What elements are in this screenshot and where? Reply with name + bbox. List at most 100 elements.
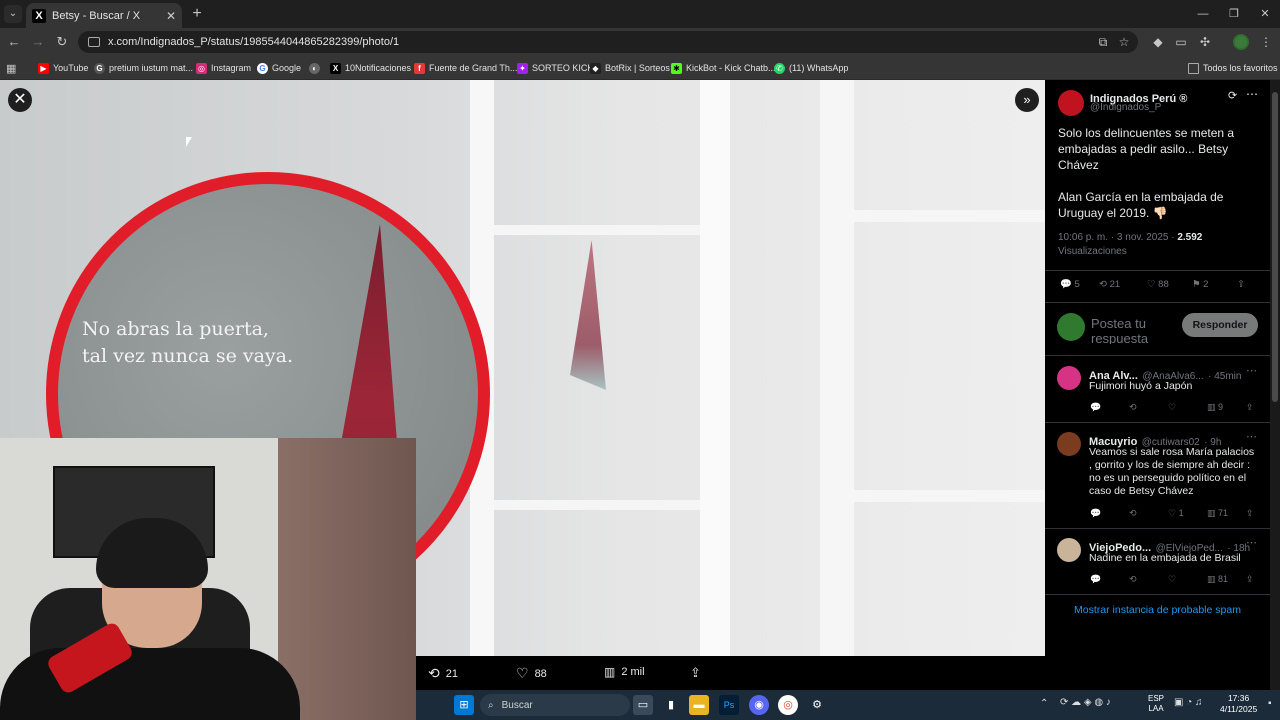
retweet-icon[interactable]: ⟲ [1129,402,1168,413]
reply-icon[interactable]: 💬 [1090,508,1129,519]
discord-icon[interactable]: ◉ [749,695,769,715]
avatar[interactable] [1057,432,1081,456]
window-frame [494,225,700,235]
taskbar-search[interactable]: ⌕ Buscar [480,694,630,716]
author-handle[interactable]: @Indignados_P [1090,102,1161,113]
tray-chevron-icon[interactable]: ⌃ [1040,698,1048,709]
reply-text: Veamos si sale rosa María palacios , gor… [1089,446,1255,497]
network-volume-icons[interactable]: ▣ ◔ ♫ [1174,697,1203,708]
bookmark-botrix[interactable]: ◆ BotRix | Sorteos [590,60,670,76]
browser-toolbar: ← → ↻ x.com/Indignados_P/status/19855440… [0,28,1280,56]
like-button[interactable]: ♡ 88 [516,665,547,682]
tweet-panel: Indignados Perú ® @Indignados_P ⟳ ⋯ Solo… [1045,80,1270,720]
address-bar[interactable]: x.com/Indignados_P/status/19855440448652… [78,31,1138,53]
forward-button[interactable]: → [29,33,47,51]
back-button[interactable]: ← [5,33,23,51]
scrollbar-thumb[interactable] [1272,92,1278,402]
reload-button[interactable]: ↻ [53,33,71,51]
expand-panel-button[interactable]: » [1015,88,1039,112]
show-spam-link[interactable]: Mostrar instancia de probable spam [1045,604,1270,616]
notifications-icon[interactable]: ▪ [1268,698,1272,709]
retweet-button[interactable]: ⟲ 21 [428,665,458,682]
app-icon[interactable]: ⚙ [807,695,827,715]
bookmark-google[interactable]: G Google [257,60,301,76]
f-logo-icon: f [414,62,425,74]
retweet-icon[interactable]: ⟲ [1129,574,1168,585]
bookmark-instagram[interactable]: ◎ Instagram [196,60,251,76]
photoshop-icon[interactable]: Ps [719,695,739,715]
reply-button[interactable]: Responder [1182,313,1258,337]
window-frame [854,210,1045,222]
more-options-icon[interactable]: ⋯ [1246,430,1257,443]
menu-kebab-icon[interactable]: ⋮ [1258,34,1274,50]
bookmark-pretium[interactable]: Gpretium iustum mat... [94,60,193,76]
chrome-icon[interactable]: ◎ [778,695,798,715]
divider [1045,270,1270,271]
callout-text-line1: No abras la puerta, [82,318,269,340]
tweet-text: Solo los delincuentes se meten a embajad… [1058,126,1235,172]
reply-icon[interactable]: 💬 [1090,574,1129,585]
like-button[interactable]: ♡ 88 [1147,279,1192,290]
more-options-icon[interactable]: ⋯ [1246,364,1257,377]
retweet-button[interactable]: ⟲ 21 [1099,279,1147,290]
scrollbar[interactable] [1270,80,1280,720]
bookmark-star-icon[interactable]: ☆ [1116,34,1132,50]
instagram-icon: ◎ [196,62,207,74]
avatar[interactable] [1057,538,1081,562]
reply-icon[interactable]: 💬 [1090,402,1129,413]
bookmark-sorteo-kick[interactable]: ✦ SORTEO KICK [517,60,593,76]
task-view-icon[interactable]: ▭ [633,695,653,715]
bookmark-grand-theft[interactable]: f Fuente de Grand Th... [414,60,517,76]
avatar[interactable] [1057,366,1081,390]
views-button[interactable]: ▥ 2 mil [604,665,645,679]
app-icon[interactable]: ▮ [661,695,681,715]
bookmark-globe[interactable]: ◐ [309,60,320,76]
heart-icon[interactable]: ♡ [1168,402,1207,413]
share-button[interactable]: ⇪ [690,665,701,681]
extension-icon[interactable]: ◆ [1150,34,1166,50]
language-indicator[interactable]: ESP LAA [1148,694,1164,714]
views-icon[interactable]: ▥ 9 [1207,402,1246,413]
close-tab-icon[interactable]: ✕ [166,9,176,23]
close-window-button[interactable]: ✕ [1255,6,1275,22]
views-icon[interactable]: ▥ 81 [1207,574,1246,585]
bookmark-10notificaciones[interactable]: X 10Notificaciones [330,60,411,76]
minimize-button[interactable]: — [1193,6,1213,22]
author-avatar[interactable] [1058,90,1084,116]
webcam-overlay [0,438,416,720]
mouse-cursor [186,137,192,147]
extensions-puzzle-icon[interactable]: ✣ [1197,34,1213,50]
more-options-icon[interactable]: ⋯ [1246,87,1258,101]
file-explorer-icon[interactable]: ▬ [689,695,709,715]
grok-icon[interactable]: ⟳ [1228,89,1237,102]
browser-tab[interactable]: X Betsy - Buscar / X ✕ [26,3,182,28]
retweet-icon[interactable]: ⟲ [1129,508,1168,519]
profile-avatar[interactable] [1233,34,1249,50]
windows-start-icon[interactable]: ⊞ [454,695,474,715]
all-bookmarks[interactable]: Todos los favoritos [1188,60,1278,76]
bookmark-button[interactable]: ⚑ 2 [1192,279,1237,290]
close-media-button[interactable]: ✕ [8,88,32,112]
folder-icon [1188,62,1199,74]
heart-icon[interactable]: ♡ [1168,574,1207,585]
bookmark-whatsapp[interactable]: ✆ (11) WhatsApp [774,60,848,76]
apps-grid-icon[interactable]: ▦ [6,60,16,76]
views-icon[interactable]: ▥ 71 [1207,508,1246,519]
bookmark-kickbot[interactable]: ✱ KickBot - Kick Chatb... [671,60,776,76]
x-logo-icon: X [330,62,341,74]
site-info-icon[interactable] [88,37,100,47]
new-tab-button[interactable]: + [188,5,206,23]
tray-icons[interactable]: ⟳ ☁ ◈ ◍ ♪ [1060,697,1111,708]
install-icon[interactable]: ⧉ [1095,34,1111,50]
restore-button[interactable]: ❐ [1224,6,1244,22]
bookmark-youtube[interactable]: ▶ YouTube [38,60,88,76]
person-body [0,648,300,720]
extension-icon[interactable]: ▭ [1173,34,1189,50]
heart-icon[interactable]: ♡ 1 [1168,508,1207,519]
reply-button[interactable]: 💬 5 [1060,279,1099,290]
reply-input[interactable]: Postea tu respuesta [1091,316,1181,344]
tab-search-button[interactable]: ⌄ [4,5,22,23]
divider [1045,302,1270,303]
more-options-icon[interactable]: ⋯ [1246,536,1257,549]
clock[interactable]: 17:36 4/11/2025 [1220,693,1257,715]
